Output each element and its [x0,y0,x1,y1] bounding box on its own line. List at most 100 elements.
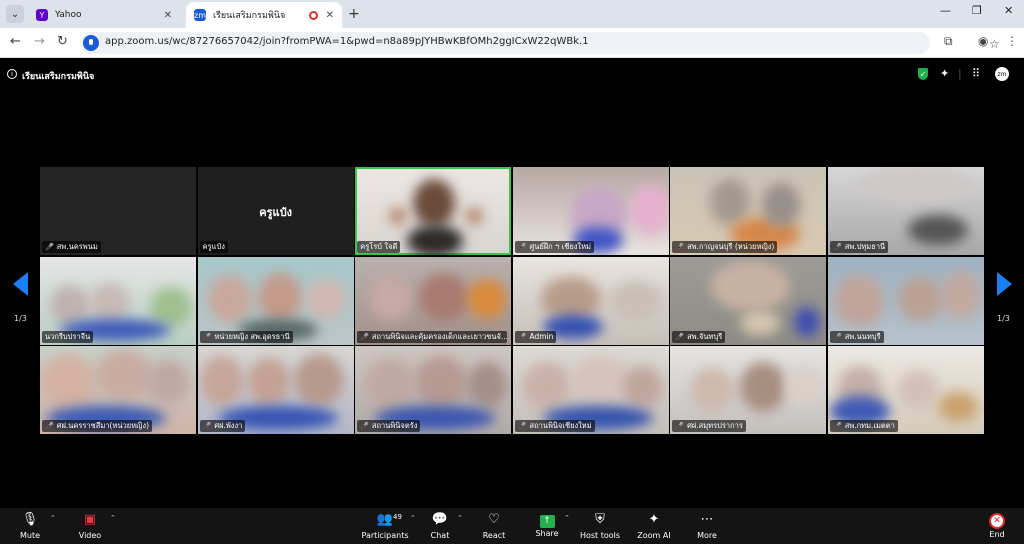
audio-options-chevron-icon[interactable]: ⌃ [50,514,56,522]
reload-icon[interactable]: ↻ [57,34,68,49]
share-screen-icon: ↑ [539,515,555,528]
tab-search-icon[interactable]: ⌄ [6,5,24,23]
restore-icon[interactable]: ❐ [972,4,982,17]
video-options-chevron-icon[interactable]: ⌃ [110,514,116,522]
tab-title: Yahoo [55,10,82,20]
more-dots-icon: ⋯ [700,512,714,527]
browser-menu-icon[interactable]: ⋮ [1006,34,1018,48]
more-button[interactable]: ⋯ More [679,508,735,544]
chat-chevron-icon[interactable]: ⌃ [457,514,463,522]
close-tab-icon[interactable]: ✕ [326,10,334,21]
participant-name-label: 🎤̸ สถานพินิจและคุ้มครองเด็กและเยาวชนจั... [357,330,508,343]
participant-name: สพ.กาญจนบุรี (หน่วยหญิง) [687,242,775,251]
back-icon[interactable]: ← [10,34,21,49]
participant-name-label: 🎤̸ สพ.กาญจนบุรี (หน่วยหญิง) [672,241,778,253]
close-window-icon[interactable]: ✕ [1004,4,1013,17]
participant-name-label: ครูแป๋ง [199,241,228,253]
zoom-icon: zm [194,9,206,21]
browser-tab-zoom[interactable]: zm เรียนเสริมกรมพินิจ ✕ [186,2,342,28]
address-bar[interactable]: app.zoom.us/wc/87276657042/join?fromPWA=… [80,32,1000,54]
participant-tile[interactable]: 🎤̸ ศฝ.สมุทรปราการ [670,346,827,434]
participant-tile[interactable]: 🎤̸ สพ.กาญจนบุรี (หน่วยหญิง) [670,167,827,255]
mute-label: Mute [19,531,41,540]
zoom-ai-label: Zoom AI [637,531,671,540]
video-blur-region [939,270,982,319]
end-meeting-button[interactable]: ✕ End [969,508,1024,544]
video-blur-region [40,354,96,410]
extensions-icon[interactable]: ⧉ [944,34,953,49]
video-blur-region [570,356,631,404]
video-blur-region [369,276,414,321]
participant-tile[interactable]: 🎤̸ ศูนย์ฝึก ฯ เชียงใหม่ [512,167,669,255]
video-blur-region [247,358,290,406]
participant-tile[interactable]: 🎤̸ สพ.ปทุมธานี [827,167,984,255]
participant-name: ศูนย์ฝึก ฯ เชียงใหม่ [529,242,591,251]
video-blur-region [96,350,152,400]
previous-page-arrow-icon[interactable] [13,272,28,296]
meeting-info-icon[interactable]: i [7,69,17,79]
video-label: Video [78,531,102,540]
participant-tile[interactable]: นวกรีบปราจีน [40,256,196,345]
video-blur-region [762,183,801,227]
video-blur-region [413,179,456,227]
participant-name: สพ.ปทุมธานี [844,242,886,251]
minimize-icon[interactable]: — [940,4,951,17]
video-blur-region [855,167,976,203]
muted-mic-icon: 🎤̸ [832,332,842,341]
video-blur-region [305,278,346,319]
muted-mic-icon: 🎤̸ [360,422,369,430]
participant-tile[interactable]: 🎤̸ สพ.จันทบุรี [670,256,827,345]
share-chevron-icon[interactable]: ⌃ [564,514,570,522]
participants-button[interactable]: 👥 Participants [357,508,413,544]
participant-tile[interactable]: 🎤̸ สถานพินิจเชียงใหม่ [512,346,669,434]
participant-tile[interactable]: 🎤̸ สถานพินิจตรัง [355,346,512,434]
participant-tile[interactable]: 🎤̸ สพ.กทม.เมตตา [827,346,984,434]
participants-label: Participants [361,531,409,540]
ai-sparkle-icon[interactable]: ✦ [940,67,949,80]
participant-tile[interactable]: ครูแป๋ง ครูแป๋ง [197,167,354,255]
share-label: Share [535,529,559,538]
next-page-arrow-icon[interactable] [997,272,1012,296]
close-tab-icon[interactable]: ✕ [164,10,172,21]
end-call-icon: ✕ [989,513,1005,529]
forward-icon[interactable]: → [34,34,45,49]
chat-label: Chat [430,531,450,540]
video-blur-region [907,215,968,245]
muted-mic-icon: 🎤̸ [517,332,527,341]
video-blur-region [522,362,571,410]
encryption-shield-icon[interactable]: ✓ [918,68,928,80]
site-mic-icon[interactable] [83,35,99,51]
video-blur-region [293,354,344,406]
page-indicator-left: 1/3 [14,314,27,323]
video-blur-region [622,366,663,408]
muted-mic-icon: 🎤̸ [517,422,527,430]
participant-tile[interactable]: 🎤̸ Admin [512,256,669,345]
participant-name-label: 🎤̸ ศฝ.นครราชสีมา(หน่วยหญิง) [42,420,153,432]
participant-tile[interactable]: 🎤̸ สถานพินิจและคุ้มครองเด็กและเยาวชนจั... [355,256,512,345]
video-blur-region [540,276,601,321]
muted-mic-icon: 🎤̸ [45,422,54,430]
browser-tab-yahoo[interactable]: Y Yahoo ✕ [28,2,180,28]
zoom-logo-icon[interactable]: zm [995,67,1009,81]
participant-tile[interactable]: ครูโรบ์ ใจดี [355,167,512,255]
participant-name-label: 🎤̸ ศูนย์ฝึก ฯ เชียงใหม่ [514,241,594,253]
video-blur-region [833,274,884,327]
tab-strip: ⌄ Y Yahoo ✕ zm เรียนเสริมกรมพินิจ ✕ + — … [0,0,1024,28]
participant-name: ศฝ.พังงา [214,421,243,430]
video-blur-region [50,284,90,325]
zoom-ai-button[interactable]: ✦ Zoom AI [626,508,682,544]
participant-tile[interactable]: 🎤̸ ศฝ.พังงา [197,346,354,434]
participant-tile[interactable]: 🎤̸ สพ.นครพนม [40,167,196,255]
video-blur-region [630,185,669,235]
react-button[interactable]: ♡ React [466,508,522,544]
new-tab-button[interactable]: + [348,6,360,22]
participant-tile[interactable]: 🎤̸ หน่วยหญิง สพ.อุดรธานี [197,256,354,345]
participant-name: สพ.นนทบุรี [844,331,881,341]
bookmark-star-icon[interactable]: ☆ [989,37,1000,51]
participant-tile[interactable]: 🎤̸ สพ.นนทบุรี [827,256,984,345]
profile-icon[interactable]: ◉ [978,34,988,48]
muted-mic-icon: 🎤̸ [675,243,685,251]
host-tools-button[interactable]: ⛨ Host tools [572,508,628,544]
participant-tile[interactable]: 🎤̸ ศฝ.นครราชสีมา(หน่วยหญิง) [40,346,196,434]
view-grid-icon[interactable]: ⠿ [972,67,980,80]
